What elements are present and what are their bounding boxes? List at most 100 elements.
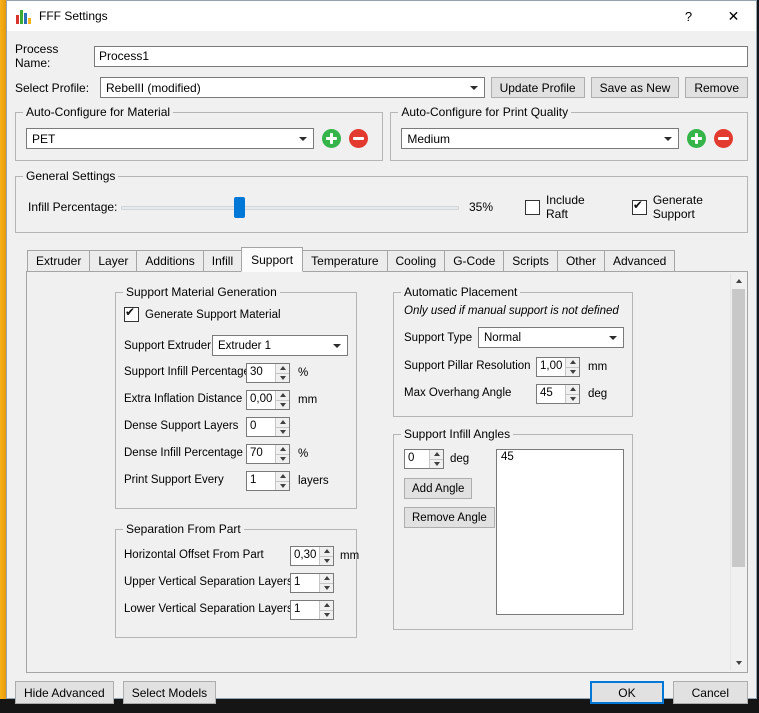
spin-down-icon[interactable] — [276, 454, 289, 464]
scrollbar-thumb[interactable] — [732, 289, 745, 567]
save-as-new-button[interactable]: Save as New — [591, 77, 680, 98]
remove-quality-button[interactable] — [714, 129, 733, 148]
spinbox-value: 0 — [247, 418, 275, 436]
ok-button[interactable]: OK — [590, 681, 663, 704]
spin-buttons — [275, 418, 289, 436]
tab-support[interactable]: Support — [241, 247, 303, 272]
spin-down-icon[interactable] — [320, 556, 333, 566]
print-support-every-spinbox[interactable]: 1 — [246, 471, 290, 491]
angle-spinbox[interactable]: 0 — [404, 449, 444, 469]
angle-list[interactable]: 45 — [496, 449, 624, 615]
spin-up-icon[interactable] — [566, 358, 579, 367]
auto-configure-quality-content: Medium — [391, 113, 747, 160]
field-label: Max Overhang Angle — [404, 387, 511, 399]
tab-cooling[interactable]: Cooling — [387, 250, 446, 271]
material-combo[interactable]: PET — [26, 128, 314, 149]
spin-up-icon[interactable] — [276, 418, 289, 427]
plus-icon — [687, 129, 706, 148]
remove-profile-button[interactable]: Remove — [685, 77, 748, 98]
spin-down-icon[interactable] — [276, 373, 289, 383]
fff-settings-dialog: FFF Settings ? ✕ Process Name: Select Pr… — [6, 0, 757, 699]
infill-slider-handle[interactable] — [234, 197, 245, 218]
remove-angle-button[interactable]: Remove Angle — [404, 507, 495, 528]
add-material-button[interactable] — [322, 129, 341, 148]
checkbox-box — [525, 200, 540, 215]
support-pillar-resolution-spinbox[interactable]: 1,00 — [536, 357, 580, 377]
spin-down-icon[interactable] — [566, 394, 579, 404]
unit-label: % — [298, 367, 308, 379]
slider-track[interactable] — [121, 206, 459, 210]
tab-advanced[interactable]: Advanced — [604, 250, 675, 271]
spin-up-icon[interactable] — [320, 547, 333, 556]
add-quality-button[interactable] — [687, 129, 706, 148]
spin-down-icon[interactable] — [320, 583, 333, 593]
general-settings-group: General Settings Infill Percentage: 35% … — [15, 176, 748, 233]
horizontal-offset-row: Horizontal Offset From Part 0,30 mm — [124, 546, 348, 566]
spin-buttons — [319, 601, 333, 619]
add-angle-button[interactable]: Add Angle — [404, 478, 472, 499]
spin-down-icon[interactable] — [566, 367, 579, 377]
tab-scripts[interactable]: Scripts — [503, 250, 558, 271]
lower-vertical-separation-spinbox[interactable]: 1 — [290, 600, 334, 620]
generate-support-material-checkbox[interactable]: Generate Support Material — [124, 307, 348, 322]
infill-slider[interactable] — [121, 197, 459, 218]
tab-additions[interactable]: Additions — [136, 250, 203, 271]
spin-down-icon[interactable] — [276, 481, 289, 491]
spin-up-icon[interactable] — [566, 385, 579, 394]
tab-extruder[interactable]: Extruder — [27, 250, 90, 271]
extra-inflation-distance-spinbox[interactable]: 0,00 — [246, 390, 290, 410]
support-type-combo[interactable]: Normal — [478, 327, 624, 348]
dense-infill-percentage-spinbox[interactable]: 70 — [246, 444, 290, 464]
dense-support-layers-spinbox[interactable]: 0 — [246, 417, 290, 437]
quality-combo[interactable]: Medium — [401, 128, 679, 149]
close-button[interactable]: ✕ — [711, 1, 756, 31]
lower-vertical-separation-row: Lower Vertical Separation Layers 1 — [124, 600, 348, 620]
dense-infill-percentage-row: Dense Infill Percentage 70 % — [124, 444, 348, 464]
generate-support-checkbox[interactable]: Generate Support — [632, 193, 737, 221]
upper-vertical-separation-spinbox[interactable]: 1 — [290, 573, 334, 593]
spin-up-icon[interactable] — [276, 445, 289, 454]
vertical-scrollbar[interactable] — [730, 273, 746, 671]
scrollbar-track[interactable] — [731, 289, 746, 655]
max-overhang-angle-spinbox[interactable]: 45 — [536, 384, 580, 404]
select-models-button[interactable]: Select Models — [123, 681, 216, 704]
auto-configure-row: Auto-Configure for Material PET Auto-Con… — [15, 112, 748, 161]
profile-combo[interactable]: RebelII (modified) — [100, 77, 485, 98]
process-name-input[interactable] — [94, 46, 748, 67]
spin-up-icon[interactable] — [430, 450, 443, 459]
tab-infill[interactable]: Infill — [203, 250, 242, 271]
scrollbar-down-icon[interactable] — [731, 655, 746, 671]
support-extruder-combo[interactable]: Extruder 1 — [212, 335, 348, 356]
titlebar: FFF Settings ? ✕ — [7, 1, 756, 31]
support-extruder-row: Support Extruder Extruder 1 — [124, 335, 348, 356]
spin-down-icon[interactable] — [320, 610, 333, 620]
scrollbar-up-icon[interactable] — [731, 273, 746, 289]
horizontal-offset-spinbox[interactable]: 0,30 — [290, 546, 334, 566]
chevron-down-icon — [609, 336, 617, 340]
profile-combo-value: RebelII (modified) — [106, 81, 464, 95]
spin-down-icon[interactable] — [430, 459, 443, 469]
angle-list-item[interactable]: 45 — [497, 450, 623, 464]
spin-up-icon[interactable] — [320, 601, 333, 610]
spin-up-icon[interactable] — [320, 574, 333, 583]
quality-combo-value: Medium — [407, 132, 658, 146]
tab-other[interactable]: Other — [557, 250, 605, 271]
unit-label: deg — [450, 453, 469, 465]
hide-advanced-button[interactable]: Hide Advanced — [15, 681, 114, 704]
spin-up-icon[interactable] — [276, 364, 289, 373]
tab-gcode[interactable]: G-Code — [444, 250, 504, 271]
support-tab-content: Support Material Generation Generate Sup… — [27, 272, 730, 672]
spin-up-icon[interactable] — [276, 472, 289, 481]
right-column: Automatic Placement Only used if manual … — [393, 284, 633, 672]
include-raft-checkbox[interactable]: Include Raft — [525, 193, 602, 221]
support-infill-percentage-spinbox[interactable]: 30 — [246, 363, 290, 383]
cancel-button[interactable]: Cancel — [673, 681, 748, 704]
help-button[interactable]: ? — [666, 1, 711, 31]
spin-down-icon[interactable] — [276, 400, 289, 410]
tab-temperature[interactable]: Temperature — [302, 250, 387, 271]
tab-layer[interactable]: Layer — [89, 250, 137, 271]
spin-up-icon[interactable] — [276, 391, 289, 400]
update-profile-button[interactable]: Update Profile — [491, 77, 585, 98]
spin-down-icon[interactable] — [276, 427, 289, 437]
remove-material-button[interactable] — [349, 129, 368, 148]
